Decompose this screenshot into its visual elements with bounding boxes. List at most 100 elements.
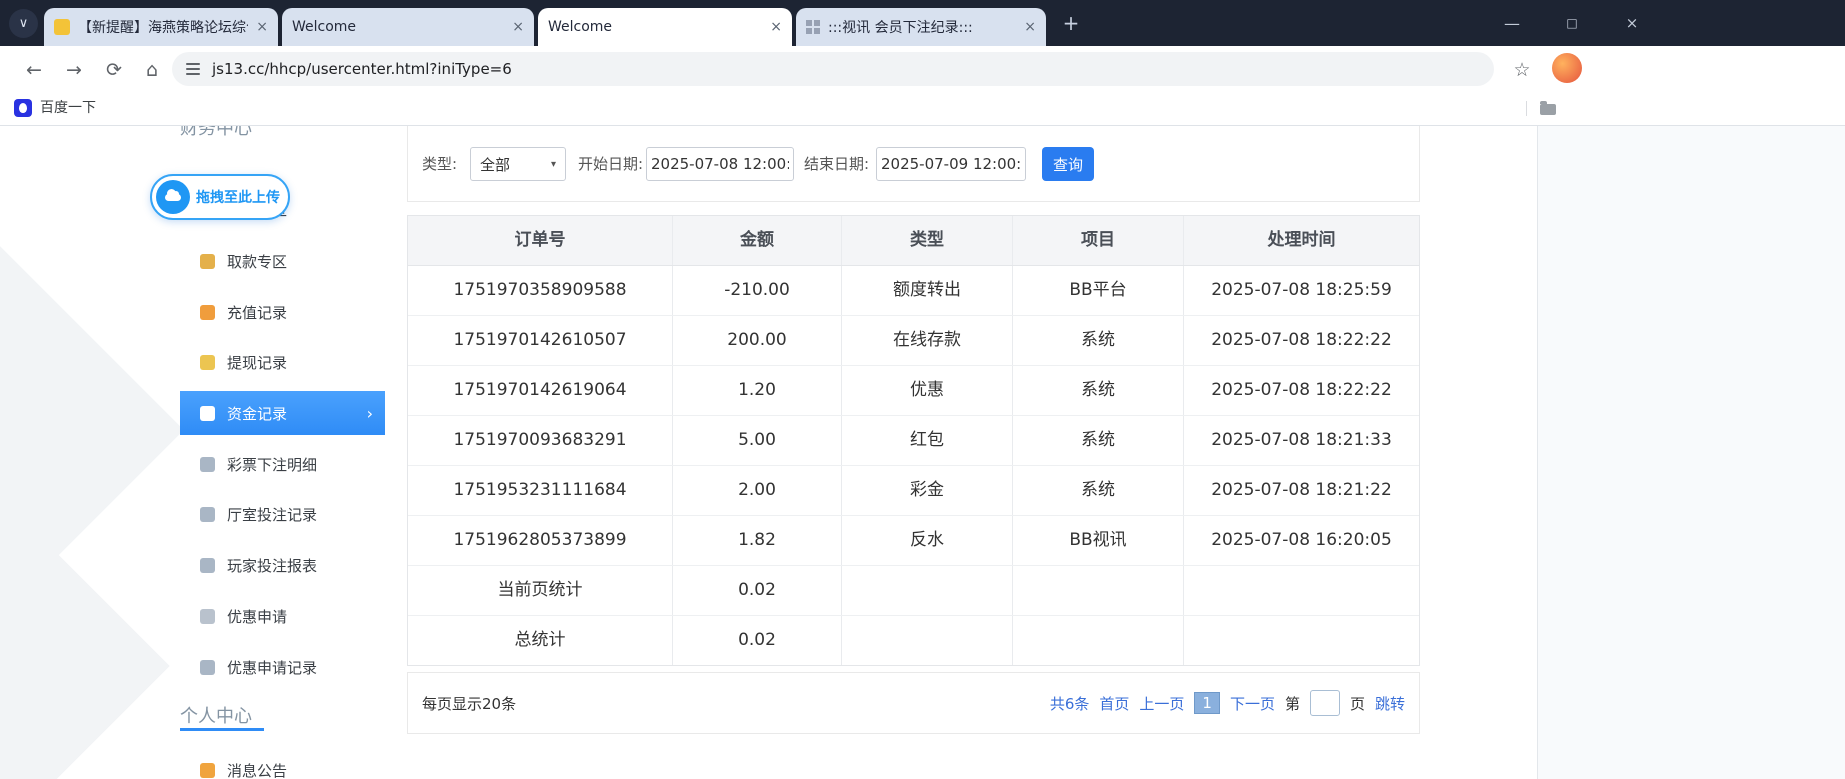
withdrawal-record-icon (200, 355, 215, 370)
processed-time-cell: 2025-07-08 18:21:22 (1184, 466, 1419, 515)
tab-video-records[interactable]: :::视讯 会员下注纪录::: × (796, 8, 1046, 46)
site-info-icon[interactable] (186, 60, 200, 78)
table-row: 1751970142610507 200.00 在线存款 系统 2025-07-… (408, 316, 1419, 366)
tab-search-button[interactable]: ∨ (9, 9, 38, 38)
table-row: 总统计 0.02 (408, 616, 1419, 665)
back-icon: ← (26, 59, 42, 81)
processed-time-cell: 2025-07-08 16:20:05 (1184, 516, 1419, 565)
sidebar-item-promo-apply[interactable]: 优惠申请 (180, 594, 385, 638)
tab-welcome-active[interactable]: Welcome × (538, 8, 792, 46)
sidebar-item-recharge-records[interactable]: 充值记录 (180, 290, 385, 334)
table-row: 当前页统计 0.02 (408, 566, 1419, 616)
url-text[interactable]: js13.cc/hhcp/usercenter.html?iniType=6 (212, 60, 512, 78)
sidebar-item-hall-bet-records[interactable]: 厅室投注记录 (180, 492, 385, 536)
tab-welcome-1[interactable]: Welcome × (282, 8, 534, 46)
processed-time-cell: 2025-07-08 18:22:22 (1184, 366, 1419, 415)
announcement-icon (200, 763, 215, 778)
table-row: 1751970093683291 5.00 红包 系统 2025-07-08 1… (408, 416, 1419, 466)
table-header-cell: 类型 (842, 216, 1013, 265)
sidebar-item-player-bet-report[interactable]: 玩家投注报表 (180, 543, 385, 587)
tab-label: 【新提醒】海燕策略论坛综合交 (78, 17, 248, 37)
back-button[interactable]: ← (18, 54, 50, 86)
tab-label: :::视讯 会员下注纪录::: (828, 17, 1016, 37)
bookmarks-bar (0, 92, 1845, 126)
amount-cell: 1.20 (673, 366, 842, 415)
minimize-button[interactable]: — (1489, 0, 1535, 46)
end-date-label: 结束日期: (804, 147, 869, 181)
sidebar-item-announcements[interactable]: 消息公告 (180, 748, 385, 779)
jump-prefix-label: 第 (1285, 693, 1300, 714)
project-cell: 系统 (1013, 316, 1184, 365)
bookmark-star-button[interactable]: ☆ (1506, 54, 1538, 86)
tab-close-icon[interactable]: × (770, 19, 782, 35)
project-cell: 系统 (1013, 366, 1184, 415)
end-date-input[interactable] (876, 147, 1026, 181)
forward-button[interactable]: → (58, 54, 90, 86)
order-number-cell: 当前页统计 (408, 566, 673, 615)
project-cell: 系统 (1013, 416, 1184, 465)
funds-table: 订单号金额类型项目处理时间 1751970358909588 -210.00 额… (407, 215, 1420, 666)
jump-suffix-label: 页 (1350, 693, 1365, 714)
order-number-cell: 1751953231111684 (408, 466, 673, 515)
table-header-cell: 项目 (1013, 216, 1184, 265)
sidebar-item-promo-apply-records[interactable]: 优惠申请记录 (180, 645, 385, 689)
funds-record-icon (200, 406, 215, 421)
sidebar-item-withdrawal-records[interactable]: 提现记录 (180, 340, 385, 384)
tab-close-icon[interactable]: × (1024, 19, 1036, 35)
tab-forum[interactable]: 【新提醒】海燕策略论坛综合交 × (44, 8, 278, 46)
home-button[interactable]: ⌂ (136, 54, 168, 86)
sidebar-section-personal: 个人中心 (180, 702, 252, 728)
sidebar-item-lottery-bet-detail[interactable]: 彩票下注明细 (180, 442, 385, 486)
withdraw-icon (200, 254, 215, 269)
amount-cell: -210.00 (673, 266, 842, 315)
amount-cell: 0.02 (673, 616, 842, 665)
address-bar[interactable]: js13.cc/hhcp/usercenter.html?iniType=6 (172, 52, 1494, 86)
browser-window: ∨ 【新提醒】海燕策略论坛综合交 × Welcome × Welcome × :… (0, 0, 1845, 779)
current-page-badge[interactable]: 1 (1194, 692, 1220, 714)
sidebar-item-withdraw-area[interactable]: 取款专区 (180, 239, 385, 283)
upload-circle (156, 180, 190, 214)
next-page-link[interactable]: 下一页 (1230, 693, 1275, 714)
type-cell (842, 566, 1013, 615)
amount-cell: 2.00 (673, 466, 842, 515)
section-underline (180, 728, 264, 731)
upload-hint-text: 拖拽至此上传 (196, 187, 280, 207)
player-report-icon (200, 558, 215, 573)
promo-record-icon (200, 660, 215, 675)
table-header-cell: 金额 (673, 216, 842, 265)
page-right-band (1537, 126, 1845, 779)
tab-label: Welcome (292, 19, 504, 35)
order-number-cell: 总统计 (408, 616, 673, 665)
dropdown-arrow-icon: ▾ (551, 159, 556, 170)
new-tab-button[interactable]: + (1056, 8, 1086, 38)
processed-time-cell: 2025-07-08 18:25:59 (1184, 266, 1419, 315)
search-button[interactable]: 查询 (1042, 147, 1094, 181)
baidu-favicon-icon[interactable] (14, 99, 32, 117)
sidebar-item-funds-records[interactable]: 资金记录 › (180, 391, 385, 435)
type-cell: 优惠 (842, 366, 1013, 415)
profile-avatar[interactable] (1552, 53, 1582, 83)
drag-upload-overlay[interactable]: 拖拽至此上传 (150, 174, 290, 220)
maximize-button[interactable]: □ (1549, 0, 1595, 46)
bookmark-baidu[interactable]: 百度一下 (40, 99, 96, 117)
amount-cell: 1.82 (673, 516, 842, 565)
other-bookmarks-folder-icon[interactable] (1540, 104, 1556, 115)
project-cell: 系统 (1013, 466, 1184, 515)
jump-button[interactable]: 跳转 (1375, 693, 1405, 714)
tab-close-icon[interactable]: × (512, 19, 524, 35)
sidebar-section-finance: 财务中心 (180, 126, 252, 140)
forum-favicon-icon (54, 19, 70, 35)
start-date-input[interactable] (646, 147, 794, 181)
maximize-icon: □ (1566, 16, 1577, 30)
minimize-icon: — (1504, 14, 1520, 33)
first-page-link[interactable]: 首页 (1099, 693, 1129, 714)
page-content: 财务中心 存款专区 取款专区 充值记录 提现记录 资金记录 › 彩票下注明细 (0, 126, 1845, 779)
type-cell: 额度转出 (842, 266, 1013, 315)
type-select[interactable]: 全部 ▾ (470, 147, 566, 181)
tab-close-icon[interactable]: × (256, 19, 268, 35)
jump-page-input[interactable] (1310, 690, 1340, 716)
window-close-button[interactable]: × (1609, 0, 1655, 46)
reload-button[interactable]: ⟳ (98, 54, 130, 86)
prev-page-link[interactable]: 上一页 (1139, 693, 1184, 714)
project-cell (1013, 566, 1184, 615)
